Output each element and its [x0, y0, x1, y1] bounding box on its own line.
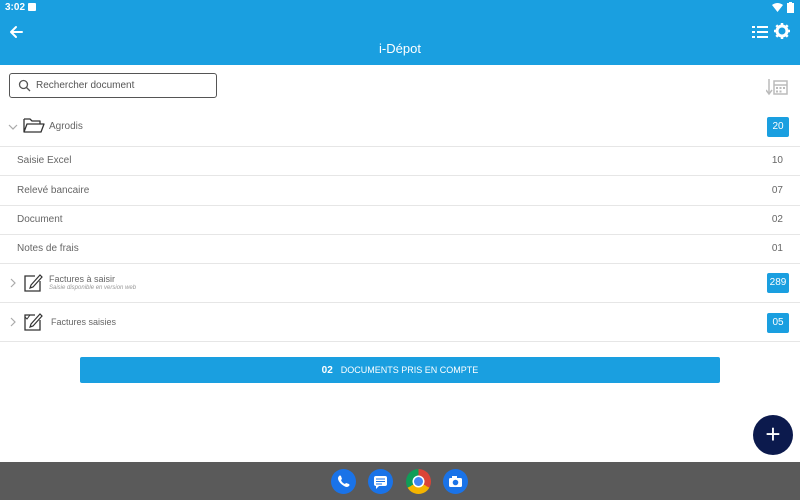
search-icon	[18, 79, 31, 92]
add-button[interactable]: +	[753, 415, 793, 455]
factures-a-saisir-sublabel: Saisie disponible en version web	[49, 285, 137, 291]
folder-row-agrodis[interactable]: Agrodis 20	[0, 108, 800, 147]
search-input[interactable]	[36, 77, 211, 94]
phone-app-icon[interactable]	[331, 469, 356, 494]
list-item-label: Relevé bancaire	[17, 185, 90, 196]
chevron-right-icon[interactable]	[8, 278, 18, 288]
list-item-count: 07	[771, 185, 783, 196]
edit-checked-icon	[24, 313, 43, 331]
list-item-count: 02	[771, 214, 783, 225]
list-item[interactable]: Saisie Excel 10	[0, 147, 800, 176]
back-arrow-icon[interactable]	[6, 22, 26, 42]
status-bar: 3:02	[0, 0, 800, 16]
wifi-icon	[772, 3, 783, 12]
folder-count-badge: 20	[767, 117, 789, 137]
messages-app-icon[interactable]	[368, 469, 393, 494]
list-item[interactable]: Notes de frais 01	[0, 235, 800, 264]
list-item[interactable]: Document 02	[0, 206, 800, 235]
cta-label: DOCUMENTS PRIS EN COMPTE	[340, 365, 479, 375]
factures-a-saisir-label: Factures à saisir	[49, 274, 116, 284]
battery-icon	[787, 2, 794, 13]
page-title: i-Dépot	[379, 41, 421, 56]
cta-count: 02	[321, 364, 333, 376]
list-item-count: 10	[771, 155, 783, 166]
factures-a-saisir-badge: 289	[767, 273, 789, 293]
list-item-label: Notes de frais	[17, 243, 79, 254]
list-item-label: Document	[17, 214, 63, 225]
factures-saisies-row[interactable]: Factures saisies 05	[0, 303, 800, 342]
factures-saisies-badge: 05	[767, 313, 789, 333]
edit-icon	[24, 274, 43, 292]
list-item-label: Saisie Excel	[17, 155, 72, 166]
folder-open-icon	[23, 118, 45, 133]
chevron-down-icon[interactable]	[8, 122, 18, 132]
list-item[interactable]: Relevé bancaire 07	[0, 176, 800, 206]
notification-icon	[28, 3, 36, 11]
factures-saisies-label: Factures saisies	[51, 317, 117, 327]
sort-by-date-icon[interactable]	[766, 77, 788, 97]
chrome-app-icon[interactable]	[406, 469, 431, 494]
list-view-icon[interactable]	[752, 24, 768, 40]
folder-label: Agrodis	[49, 121, 83, 132]
system-dock	[0, 462, 800, 500]
factures-a-saisir-row[interactable]: Factures à saisir Saisie disponible en v…	[0, 264, 800, 303]
list-item-count: 01	[771, 243, 783, 254]
status-time: 3:02	[5, 2, 26, 13]
app-bar: 3:02 i-Dépot	[0, 0, 800, 65]
chevron-right-icon[interactable]	[8, 317, 18, 327]
search-box[interactable]	[9, 73, 217, 98]
documents-pris-en-compte-button[interactable]: 02 DOCUMENTS PRIS EN COMPTE	[80, 357, 720, 383]
gear-icon[interactable]	[774, 23, 790, 39]
camera-app-icon[interactable]	[443, 469, 468, 494]
